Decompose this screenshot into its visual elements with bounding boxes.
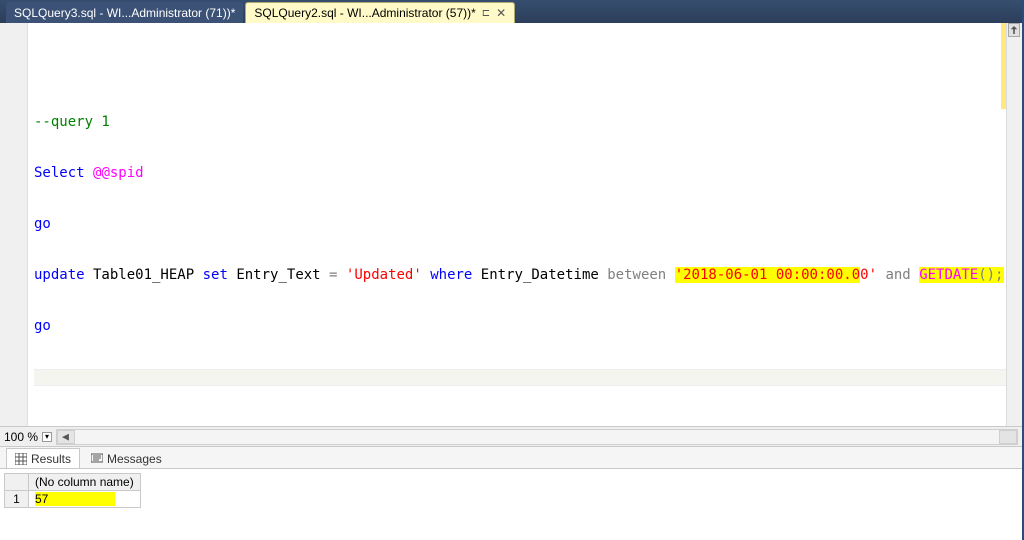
code-comment: --query 1 <box>34 114 110 130</box>
document-tab-bar: SQLQuery3.sql - WI...Administrator (71))… <box>0 0 1022 23</box>
column-header[interactable]: (No column name) <box>29 474 141 491</box>
code-string: 0' <box>860 267 877 283</box>
tab-label: SQLQuery2.sql - WI...Administrator (57))… <box>254 6 475 20</box>
code-op: = <box>329 267 337 283</box>
code-keyword: between <box>607 267 666 283</box>
editor-status-strip: 100 % ▾ ◀ ▶ <box>0 427 1022 447</box>
scroll-right-icon[interactable]: ▶ <box>1005 431 1012 442</box>
code-ident: Table01_HEAP <box>85 267 203 283</box>
code-area[interactable]: --query 1 Select @@spid go update Table0… <box>28 23 1022 426</box>
tab-label: Results <box>31 452 71 466</box>
zoom-level: 100 % <box>4 430 38 444</box>
horizontal-scrollbar[interactable]: ◀ ▶ <box>56 429 1018 445</box>
tab-results[interactable]: Results <box>6 448 80 468</box>
results-tab-bar: Results Messages <box>0 447 1022 469</box>
tab-label: Messages <box>107 452 162 466</box>
code-keyword: and <box>885 267 910 283</box>
code-ident: Entry_Text <box>228 267 329 283</box>
tab-messages[interactable]: Messages <box>82 448 171 468</box>
row-number: 1 <box>5 491 29 508</box>
code-keyword: Select <box>34 165 85 181</box>
close-icon[interactable]: ✕ <box>496 6 506 20</box>
editor-gutter <box>0 23 28 426</box>
code-func-highlight: GETDATE(); <box>919 267 1003 283</box>
grid-icon <box>15 453 27 465</box>
scroll-left-icon[interactable]: ◀ <box>62 431 69 442</box>
code-keyword: set <box>203 267 228 283</box>
code-keyword: update <box>34 267 85 283</box>
code-keyword: go <box>34 216 51 232</box>
code-keyword: where <box>430 267 472 283</box>
code-string-highlight: '2018-06-01 00:00:00.0 <box>675 267 860 283</box>
code-ident: Entry_Datetime <box>472 267 607 283</box>
pin-icon[interactable]: ⊏ <box>482 8 490 19</box>
current-line <box>34 369 1022 386</box>
tab-label: SQLQuery3.sql - WI...Administrator (71))… <box>14 6 235 20</box>
sql-editor[interactable]: --query 1 Select @@spid go update Table0… <box>0 23 1022 427</box>
vertical-scrollbar[interactable] <box>1006 23 1022 426</box>
results-pane: (No column name) 1 57 <box>0 469 1022 540</box>
code-keyword: go <box>34 318 51 334</box>
split-handle-icon[interactable] <box>1008 23 1020 37</box>
document-tab-sqlquery2[interactable]: SQLQuery2.sql - WI...Administrator (57))… <box>245 2 515 23</box>
zoom-dropdown-icon[interactable]: ▾ <box>42 432 52 442</box>
grid-corner <box>5 474 29 491</box>
results-grid[interactable]: (No column name) 1 57 <box>4 473 141 508</box>
code-sysvar: @@spid <box>93 165 144 181</box>
document-tab-sqlquery3[interactable]: SQLQuery3.sql - WI...Administrator (71))… <box>6 2 243 23</box>
messages-icon <box>91 453 103 465</box>
cell-value[interactable]: 57 <box>29 491 141 508</box>
code-string: 'Updated' <box>346 267 422 283</box>
table-row[interactable]: 1 57 <box>5 491 141 508</box>
